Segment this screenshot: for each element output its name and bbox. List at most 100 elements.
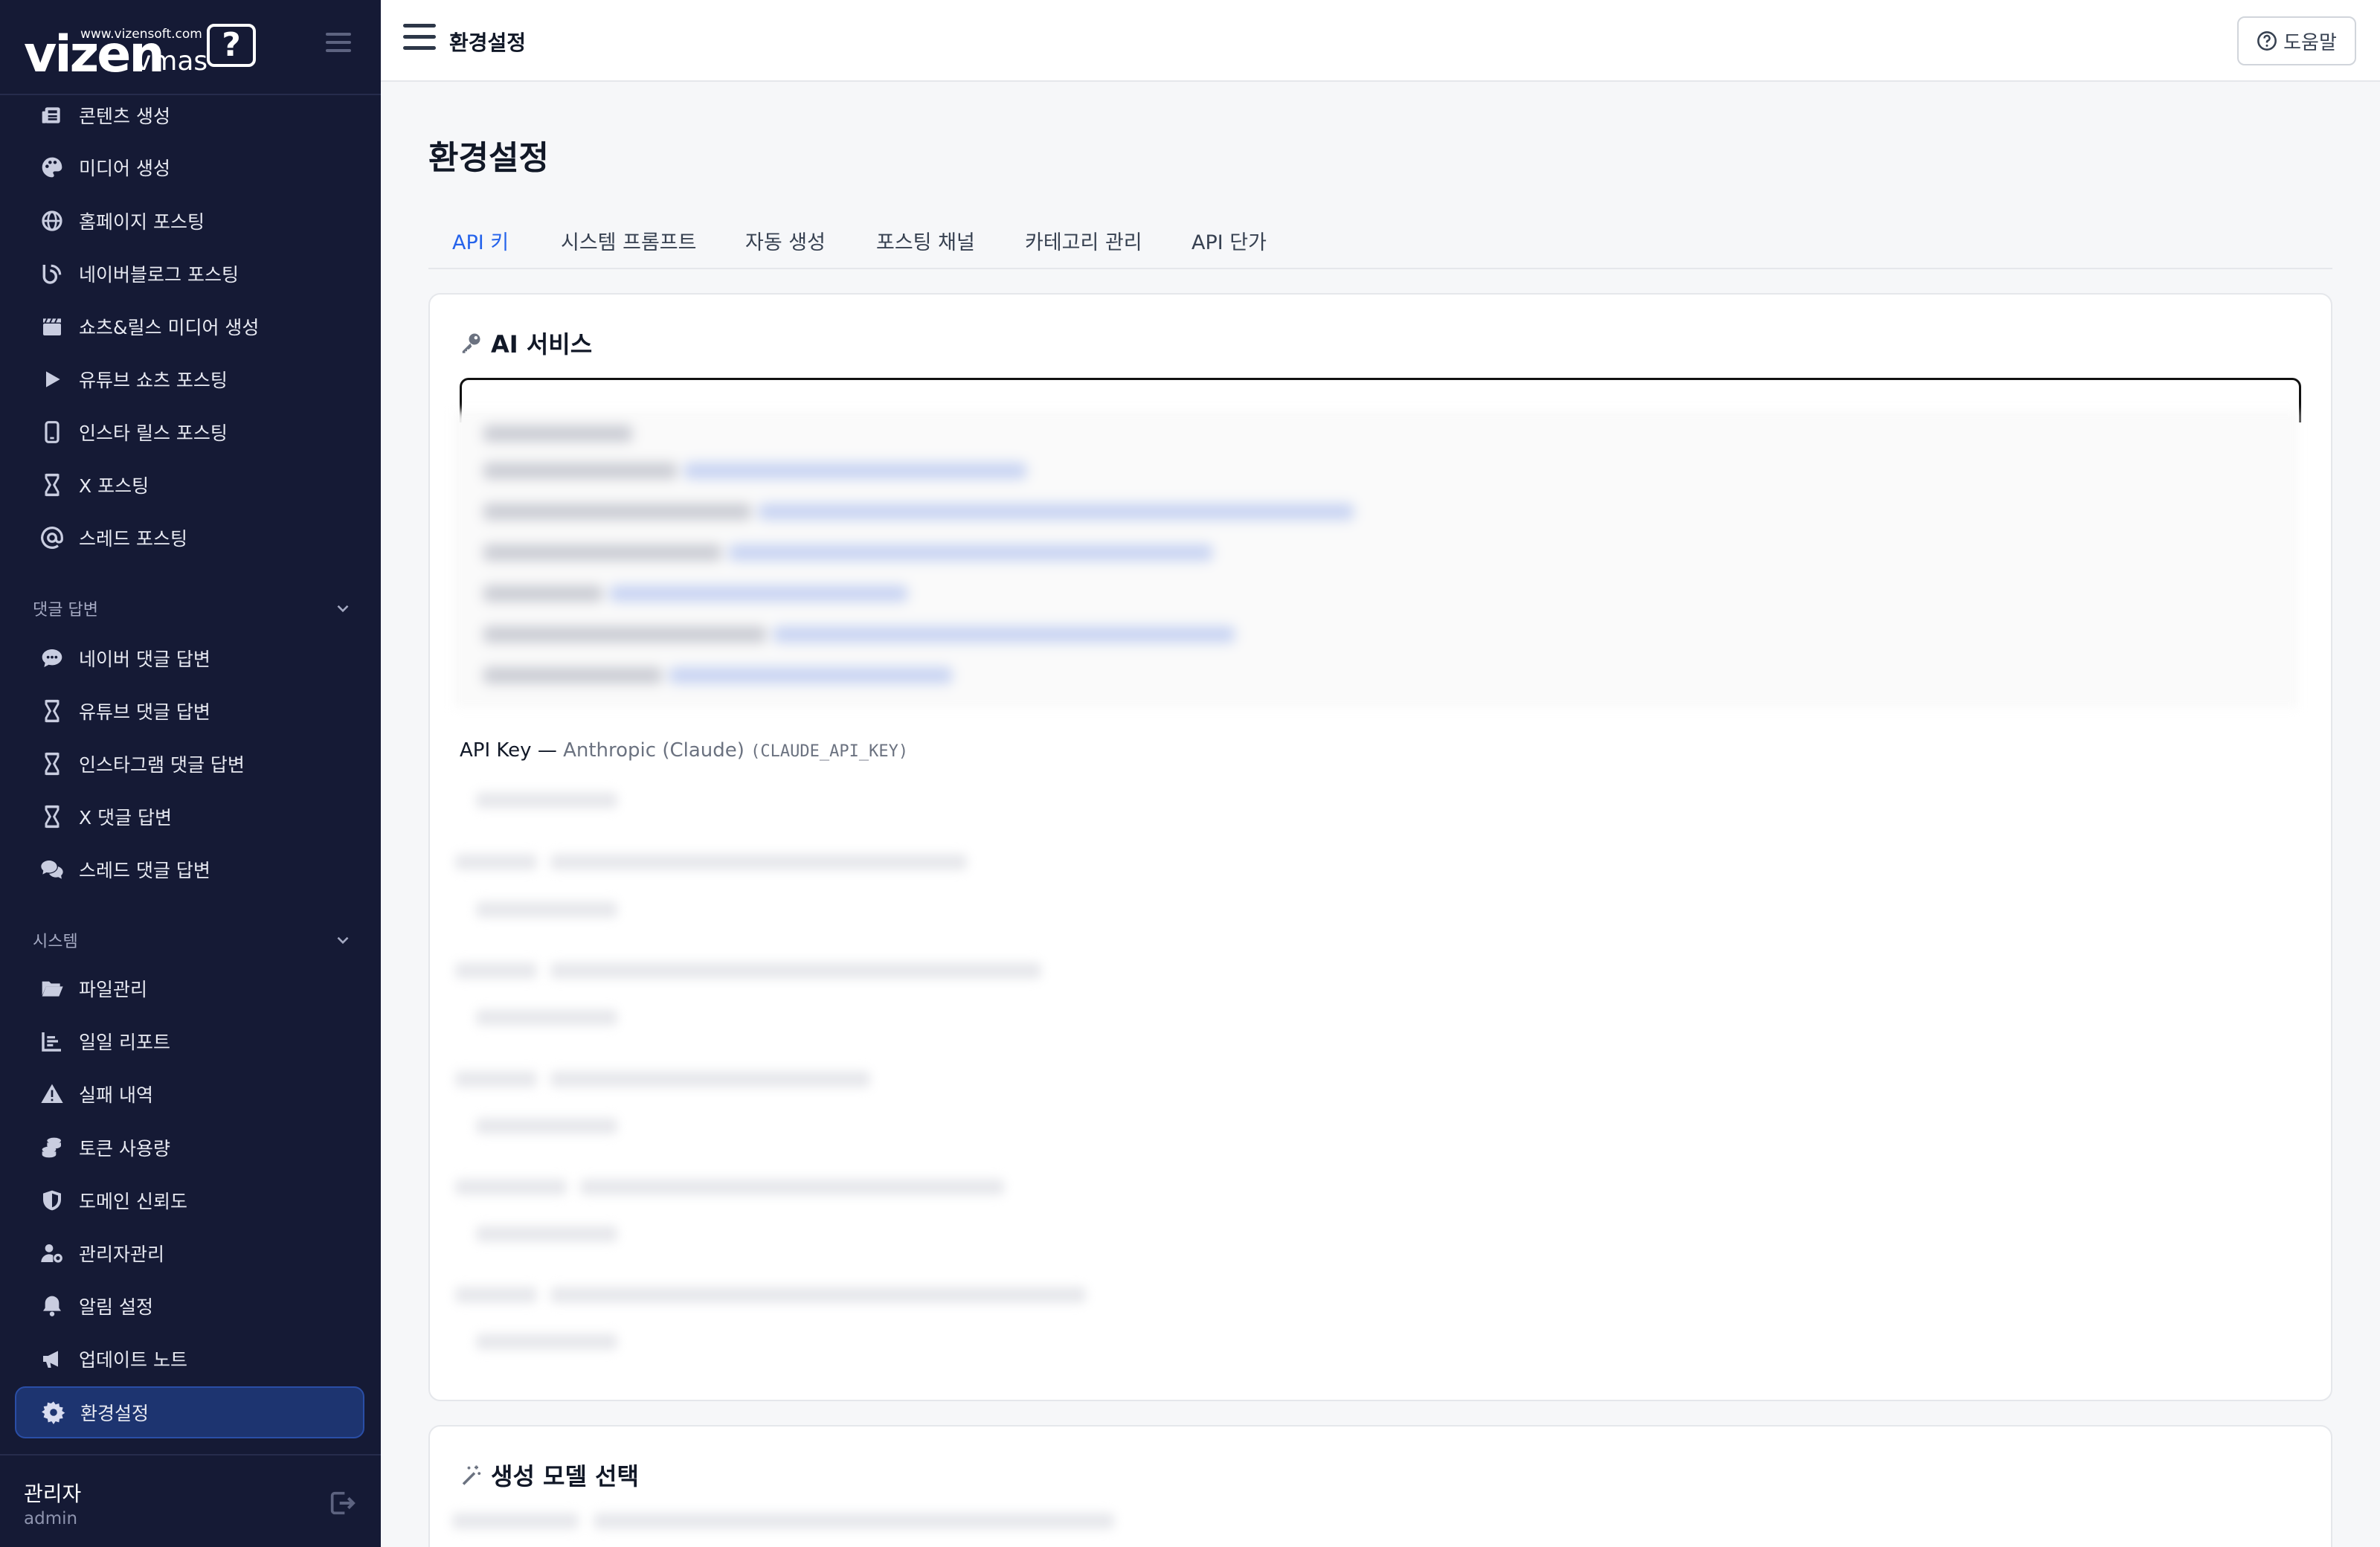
user-name: 관리자 bbox=[24, 1482, 82, 1506]
sidebar-item-settings[interactable]: 환경설정 bbox=[15, 1386, 364, 1438]
clapperboard-icon bbox=[15, 315, 89, 338]
settings-tabs: API 키 시스템 프롬프트 자동 생성 포스팅 채널 카테고리 관리 API … bbox=[428, 216, 2332, 269]
chevron-down-icon bbox=[337, 936, 349, 945]
tab-posting-channel[interactable]: 포스팅 채널 bbox=[876, 226, 975, 269]
comment-dots-icon bbox=[15, 646, 89, 670]
section-system[interactable]: 시스템 bbox=[33, 925, 353, 955]
help-label: 도움말 bbox=[2283, 31, 2337, 54]
sidebar-item-x-comment[interactable]: X 댓글 답변 bbox=[15, 791, 364, 843]
sidebar-item-failure-history[interactable]: 실패 내역 bbox=[15, 1068, 364, 1120]
sidebar-item-update-notes[interactable]: 업데이트 노트 bbox=[15, 1333, 364, 1385]
sidebar-item-naver-blog-posting[interactable]: 네이버블로그 포스팅 bbox=[15, 248, 364, 300]
palette-icon bbox=[15, 155, 89, 179]
sidebar-item-threads-posting[interactable]: 스레드 포스팅 bbox=[15, 512, 364, 564]
newspaper-icon bbox=[15, 103, 89, 127]
chart-icon bbox=[15, 1029, 89, 1053]
sidebar-item-label: 유튜브 쇼츠 포스팅 bbox=[79, 370, 228, 391]
sidebar-item-daily-report[interactable]: 일일 리포트 bbox=[15, 1015, 364, 1067]
chevron-down-icon bbox=[337, 605, 349, 613]
sidebar-item-label: 유튜브 댓글 답변 bbox=[79, 701, 210, 723]
sidebar-item-naver-comment[interactable]: 네이버 댓글 답변 bbox=[15, 632, 364, 684]
help-button[interactable]: 도움말 bbox=[2237, 16, 2356, 65]
tab-api-price[interactable]: API 단가 bbox=[1191, 226, 1267, 269]
brand-url: www.vizensoft.com bbox=[80, 27, 202, 42]
logo-area: vizen www.vizensoft.com vmas ? bbox=[0, 0, 381, 95]
gear-icon bbox=[16, 1400, 91, 1424]
user-gear-icon bbox=[15, 1241, 89, 1265]
tab-system-prompt[interactable]: 시스템 프롬프트 bbox=[561, 226, 696, 269]
magic-wand-icon bbox=[462, 1465, 481, 1485]
sidebar-item-notification[interactable]: 알림 설정 bbox=[15, 1280, 364, 1332]
bullhorn-icon bbox=[15, 1347, 89, 1371]
comments-icon bbox=[15, 858, 89, 881]
brand-logo[interactable]: vizen www.vizensoft.com vmas ? bbox=[24, 21, 256, 84]
sidebar-item-youtube-shorts[interactable]: 유튜브 쇼츠 포스팅 bbox=[15, 353, 364, 405]
hourglass-icon bbox=[15, 805, 89, 829]
dropdown-options-blurred bbox=[454, 411, 2298, 708]
sidebar-item-label: 알림 설정 bbox=[79, 1296, 153, 1318]
model-select-title: 생성 모델 선택 bbox=[491, 1462, 639, 1490]
sidebar-item-instagram-comment[interactable]: 인스타그램 댓글 답변 bbox=[15, 738, 364, 790]
sidebar-item-token-usage[interactable]: 토큰 사용량 bbox=[15, 1122, 364, 1174]
sidebar-item-label: 스레드 댓글 답변 bbox=[79, 860, 210, 881]
section-title: 시스템 bbox=[33, 933, 78, 951]
coins-icon bbox=[15, 1136, 89, 1160]
section-comment-reply[interactable]: 댓글 답변 bbox=[33, 594, 353, 623]
brand-bubble: ? bbox=[207, 24, 256, 67]
api-key-env: (CLAUDE_API_KEY) bbox=[750, 742, 909, 761]
play-icon bbox=[15, 367, 89, 391]
question-circle-icon bbox=[2257, 31, 2277, 51]
sidebar-item-x-posting[interactable]: X 포스팅 bbox=[15, 459, 364, 511]
menu-icon[interactable] bbox=[403, 24, 436, 54]
sidebar-item-file-manager[interactable]: 파일관리 bbox=[15, 962, 364, 1014]
brand-product: vmas bbox=[135, 46, 208, 77]
sidebar-item-label: 업데이트 노트 bbox=[79, 1349, 187, 1371]
hourglass-icon bbox=[15, 752, 89, 776]
at-icon bbox=[15, 526, 89, 550]
tab-auto-generate[interactable]: 자동 생성 bbox=[745, 226, 826, 269]
logout-icon[interactable] bbox=[327, 1488, 357, 1518]
tab-category-manage[interactable]: 카테고리 관리 bbox=[1025, 226, 1142, 269]
sidebar-item-label: 네이버블로그 포스팅 bbox=[79, 264, 239, 286]
sidebar-item-label: 토큰 사용량 bbox=[79, 1138, 170, 1160]
sidebar-item-media-create[interactable]: 미디어 생성 bbox=[15, 141, 364, 193]
user-panel: 관리자 admin bbox=[0, 1454, 381, 1547]
sidebar-item-shorts-media[interactable]: 쇼츠&릴스 미디어 생성 bbox=[15, 300, 364, 353]
sidebar-item-admin-manage[interactable]: 관리자관리 bbox=[15, 1227, 364, 1279]
blog-icon bbox=[15, 262, 89, 286]
bell-icon bbox=[15, 1294, 89, 1318]
folder-open-icon bbox=[15, 977, 89, 1000]
sidebar-item-threads-comment[interactable]: 스레드 댓글 답변 bbox=[15, 843, 364, 895]
sidebar-item-label: 미디어 생성 bbox=[79, 158, 170, 179]
sidebar-item-label: 인스타그램 댓글 답변 bbox=[79, 754, 245, 776]
topbar: 환경설정 도움말 bbox=[381, 0, 2380, 82]
sidebar-item-label: 쇼츠&릴스 미디어 생성 bbox=[79, 317, 260, 338]
sidebar-collapse-icon[interactable] bbox=[326, 33, 351, 55]
api-key-text: API Key bbox=[460, 739, 532, 762]
sidebar-item-label: X 포스팅 bbox=[79, 475, 149, 497]
section-title: 댓글 답변 bbox=[33, 601, 98, 620]
shield-icon bbox=[15, 1189, 89, 1212]
sidebar-item-label: 실패 내역 bbox=[79, 1084, 153, 1106]
sidebar-item-insta-reels[interactable]: 인스타 릴스 포스팅 bbox=[15, 406, 364, 458]
sidebar-item-label: 환경설정 bbox=[80, 1403, 149, 1424]
sidebar-item-label: 관리자관리 bbox=[79, 1244, 165, 1265]
card-title: 생성 모델 선택 bbox=[460, 1458, 639, 1492]
sidebar-item-label: X 댓글 답변 bbox=[79, 807, 173, 829]
sidebar-item-youtube-comment[interactable]: 유튜브 댓글 답변 bbox=[15, 685, 364, 737]
sidebar-item-content-create[interactable]: 콘텐츠 생성 bbox=[15, 89, 364, 141]
sidebar-item-homepage-posting[interactable]: 홈페이지 포스팅 bbox=[15, 195, 364, 247]
key-icon bbox=[462, 333, 480, 353]
page-title: 환경설정 bbox=[428, 139, 549, 177]
user-id: admin bbox=[24, 1509, 78, 1528]
sidebar-item-label: 인스타 릴스 포스팅 bbox=[79, 422, 228, 444]
x-icon bbox=[15, 473, 89, 497]
tab-api-key[interactable]: API 키 bbox=[452, 226, 509, 269]
globe-icon bbox=[15, 209, 89, 233]
sidebar-item-label: 홈페이지 포스팅 bbox=[79, 211, 205, 233]
mobile-icon bbox=[15, 420, 89, 444]
sidebar-item-label: 일일 리포트 bbox=[79, 1032, 170, 1053]
sidebar-item-domain-trust[interactable]: 도메인 신뢰도 bbox=[15, 1174, 364, 1226]
sidebar-item-label: 도메인 신뢰도 bbox=[79, 1191, 187, 1212]
sidebar-item-label: 네이버 댓글 답변 bbox=[79, 649, 210, 670]
